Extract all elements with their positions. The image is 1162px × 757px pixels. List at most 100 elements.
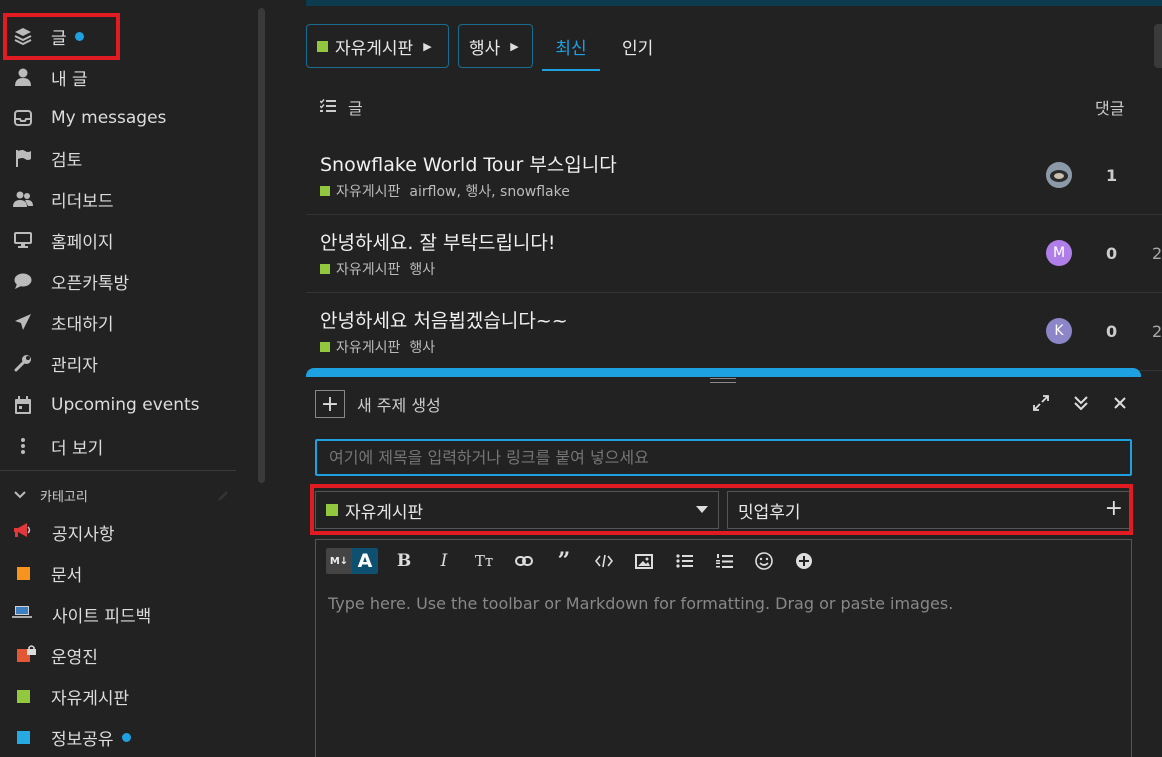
new-topic-button[interactable] (1154, 24, 1162, 68)
tab-top[interactable]: 인기 (622, 34, 653, 59)
users-icon (11, 187, 35, 211)
categories-header[interactable]: 카테고리 (14, 486, 88, 505)
reply-count: 1 (1106, 166, 1118, 185)
bold-icon[interactable]: B (384, 546, 424, 576)
topic-row[interactable]: 안녕하세요 처음뵙겠습니다~~ 자유게시판 행사 K 0 2 (306, 292, 1162, 371)
collapse-icon[interactable] (1073, 395, 1089, 416)
composer-editor[interactable]: M↓ A B I Tт ” Type here. Use the toolbar… (315, 539, 1132, 757)
category-item-info-share[interactable]: 정보공유 (0, 718, 131, 756)
sidebar-item-invite[interactable]: 초대하기 (0, 303, 250, 341)
category-color-square (17, 566, 30, 580)
sidebar-item-label: 초대하기 (51, 314, 114, 335)
category-dropdown-label: 자유게시판 (335, 38, 414, 59)
bullet-list-icon[interactable] (664, 546, 704, 576)
topic-title[interactable]: 안녕하세요. 잘 부탁드립니다! (320, 228, 556, 255)
category-label: 문서 (51, 565, 83, 586)
category-item-staff[interactable]: 운영진 (0, 636, 98, 674)
reply-count: 0 (1106, 244, 1118, 263)
reply-count: 0 (1106, 322, 1118, 341)
editor-toolbar: M↓ A B I Tт ” (326, 546, 824, 576)
sidebar-item-more[interactable]: 더 보기 (0, 427, 250, 465)
sidebar-item-leaderboard[interactable]: 리더보드 (0, 180, 250, 218)
avatar[interactable]: K (1046, 318, 1072, 344)
category-label: 정보공유 (51, 729, 114, 750)
close-icon[interactable] (1113, 395, 1127, 416)
topic-title[interactable]: Snowflake World Tour 부스입니다 (320, 150, 617, 177)
list-header-replies[interactable]: 댓글 (1095, 95, 1124, 119)
topic-row[interactable]: 안녕하세요. 잘 부탁드립니다! 자유게시판 행사 M 0 2 (306, 214, 1162, 293)
sidebar-item-label: 검토 (51, 150, 83, 171)
sidebar-item-label: 홈페이지 (51, 232, 114, 253)
category-label: 공지사항 (52, 524, 115, 545)
sidebar-scrollbar[interactable] (258, 8, 265, 483)
avatar[interactable] (1046, 162, 1072, 188)
topic-category[interactable]: 자유게시판 (336, 337, 400, 357)
title-input[interactable] (315, 439, 1132, 476)
link-icon[interactable] (504, 546, 544, 576)
sidebar-item-upcoming-events[interactable]: Upcoming events (0, 386, 250, 424)
category-item-docs[interactable]: 문서 (0, 554, 82, 592)
category-item-notice[interactable]: 공지사항 (0, 513, 115, 551)
markdown-mode-icon[interactable]: M↓ (326, 548, 352, 574)
emoji-icon[interactable] (744, 546, 784, 576)
vertical-dots-icon (11, 434, 35, 458)
list-header-topic-label: 글 (348, 99, 363, 118)
sidebar-item-label: 오픈카톡방 (51, 273, 130, 294)
topic-row[interactable]: Snowflake World Tour 부스입니다 자유게시판 airflow… (306, 136, 1162, 215)
topic-title[interactable]: 안녕하세요 처음뵙겠습니다~~ (320, 306, 568, 333)
code-icon[interactable] (584, 546, 624, 576)
category-item-free-board[interactable]: 자유게시판 (0, 677, 129, 715)
categories-header-label: 카테고리 (40, 490, 88, 505)
wrench-icon (11, 351, 35, 375)
tag-dropdown[interactable]: 행사 ▶ (458, 24, 533, 68)
rich-text-mode-icon[interactable]: A (352, 548, 378, 574)
category-label: 자유게시판 (51, 688, 130, 709)
sidebar-item-homepage[interactable]: 홈페이지 (0, 221, 250, 259)
sidebar-divider (0, 470, 236, 471)
expand-icon[interactable] (1033, 395, 1049, 416)
sidebar-item-my-posts[interactable]: 내 글 (0, 58, 250, 96)
tab-latest[interactable]: 최신 (542, 34, 600, 71)
highlight-box (310, 484, 1133, 535)
pencil-icon[interactable] (216, 488, 230, 507)
sidebar-item-label: My messages (51, 108, 167, 128)
sidebar-item-openchat[interactable]: 오픈카톡방 (0, 262, 250, 300)
header-strip (306, 0, 1162, 6)
chat-icon (11, 269, 35, 293)
topic-tags[interactable]: 행사 (409, 337, 435, 357)
desktop-icon (11, 228, 35, 252)
category-item-feedback[interactable]: 사이트 피드백 (0, 595, 151, 633)
sidebar: 글 내 글 My messages 검토 리더보드 홈페이지 오픈카톡방 초대하… (0, 0, 270, 750)
sidebar-item-label: 관리자 (51, 355, 98, 376)
category-color-square (17, 644, 36, 662)
chevron-down-icon (14, 488, 26, 503)
topic-tags[interactable]: airflow, 행사, snowflake (409, 181, 569, 201)
topic-meta: 자유게시판 행사 (320, 259, 435, 279)
italic-icon[interactable]: I (424, 546, 464, 576)
editor-placeholder: Type here. Use the toolbar or Markdown f… (328, 594, 954, 613)
numbered-list-icon[interactable] (704, 546, 744, 576)
caret-right-icon: ▶ (510, 39, 519, 53)
megaphone-icon (12, 522, 32, 543)
category-color-square (17, 689, 30, 703)
topic-category[interactable]: 자유게시판 (336, 181, 400, 201)
sidebar-item-review[interactable]: 검토 (0, 139, 250, 177)
add-more-icon[interactable] (784, 546, 824, 576)
composer-heading: 새 주제 생성 (357, 396, 441, 415)
sidebar-item-admin[interactable]: 관리자 (0, 344, 250, 382)
category-dropdown[interactable]: 자유게시판 ▶ (306, 24, 449, 68)
paper-plane-icon (11, 310, 35, 334)
tag-dropdown-label: 행사 (469, 38, 501, 59)
topic-category[interactable]: 자유게시판 (336, 259, 400, 279)
topic-meta: 자유게시판 행사 (320, 337, 435, 357)
sidebar-item-label: 더 보기 (51, 438, 104, 459)
sidebar-item-label: 리더보드 (51, 191, 114, 212)
image-icon[interactable] (624, 546, 664, 576)
heading-icon[interactable]: Tт (464, 546, 504, 576)
quote-icon[interactable]: ” (544, 546, 584, 576)
list-header-topic[interactable]: 글 (319, 95, 363, 119)
avatar[interactable]: M (1046, 240, 1072, 266)
composer-resize-grip[interactable] (710, 378, 736, 383)
sidebar-item-messages[interactable]: My messages (0, 99, 250, 137)
topic-tags[interactable]: 행사 (409, 259, 435, 279)
